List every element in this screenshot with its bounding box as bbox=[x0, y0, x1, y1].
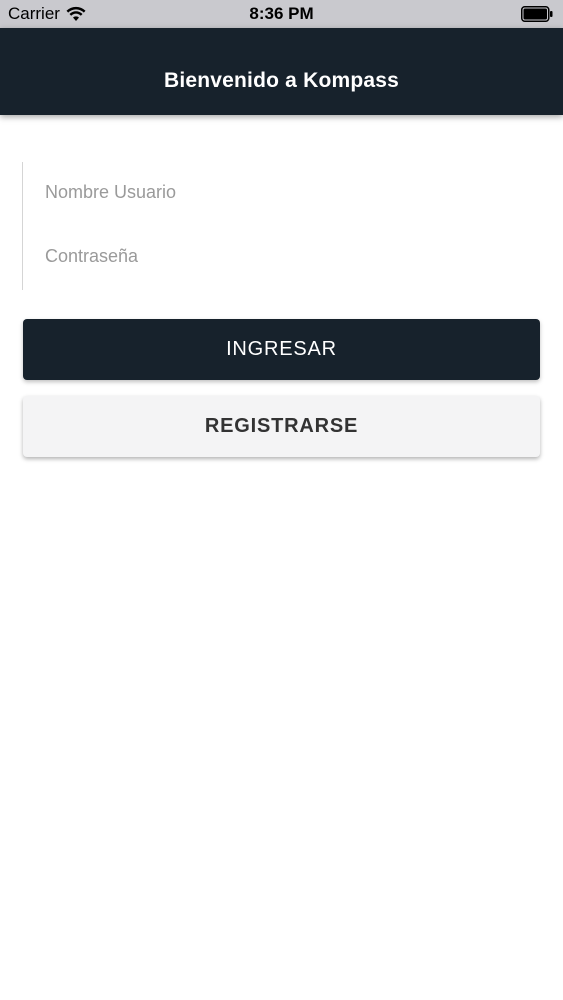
register-button[interactable]: REGISTRARSE bbox=[23, 396, 540, 457]
login-button[interactable]: INGRESAR bbox=[23, 319, 540, 380]
page-title: Bienvenido a Kompass bbox=[163, 69, 400, 92]
username-input[interactable] bbox=[23, 172, 545, 212]
status-time: 8:36 PM bbox=[249, 4, 314, 23]
status-bar: Carrier 8:36 PM bbox=[0, 0, 563, 28]
password-input[interactable] bbox=[23, 236, 545, 276]
navigation-bar: Bienvenido a Kompass bbox=[0, 28, 563, 115]
login-form bbox=[22, 162, 545, 290]
login-screen: Carrier 8:36 PM Bienvenido a Kompass ING… bbox=[0, 0, 563, 1000]
battery-icon bbox=[521, 6, 553, 22]
